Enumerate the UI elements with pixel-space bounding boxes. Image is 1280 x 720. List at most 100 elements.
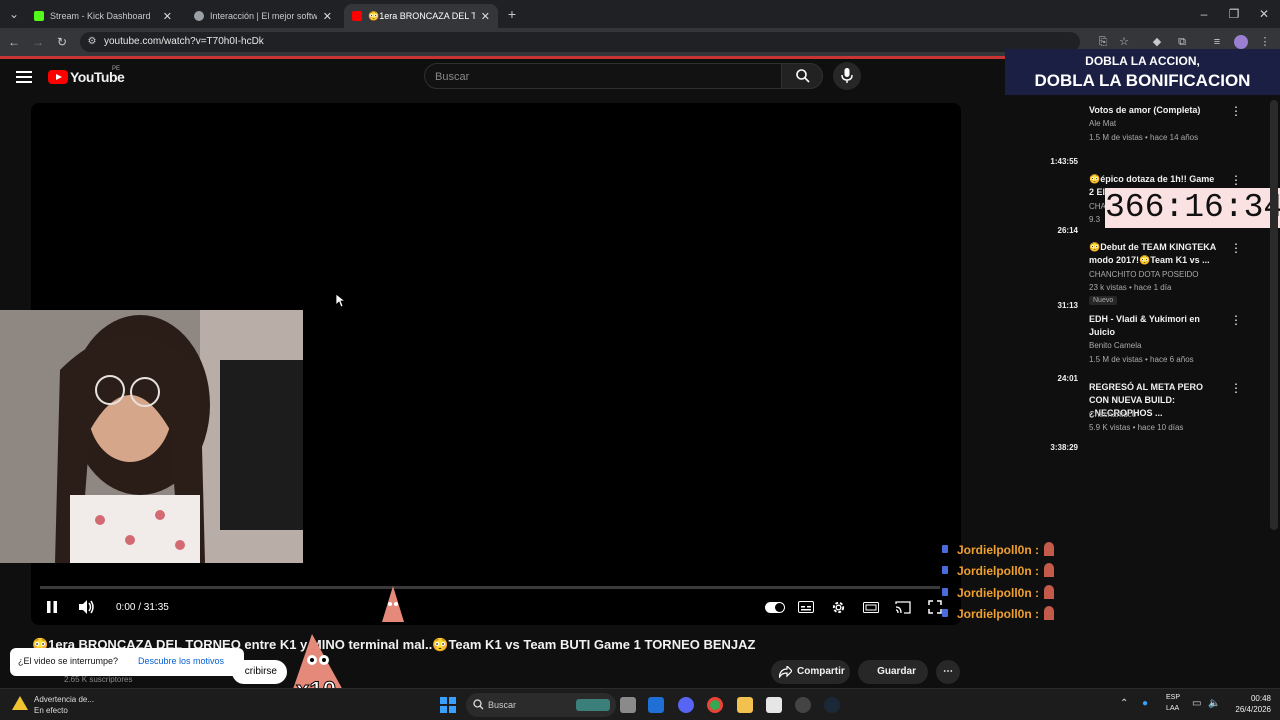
stream-overlay-banner: DOBLA LA ACCION, DOBLA LA BONIFICACION [1005, 49, 1280, 95]
more-vertical-icon[interactable]: ⋮ [1230, 173, 1242, 187]
video-thumbnail[interactable] [1048, 173, 1082, 225]
video-duration: 31:13 [1057, 301, 1078, 310]
chevron-up-icon[interactable]: ⌃ [1120, 698, 1128, 709]
taskbar-search-label: Buscar [488, 700, 517, 710]
close-icon[interactable]: ✕ [163, 10, 172, 23]
steam-icon[interactable] [824, 697, 840, 713]
chrome-icon[interactable] [707, 697, 723, 713]
tab-kick-dashboard[interactable]: Stream - Kick Dashboard ✕ [26, 4, 180, 28]
settings-gear-icon[interactable] [831, 600, 846, 615]
subtitles-icon[interactable] [798, 601, 814, 613]
extension-diamond-icon[interactable]: ◆ [1150, 35, 1164, 49]
minimize-icon[interactable]: – [1196, 6, 1212, 22]
recommendation-item[interactable]: 3:38:29 REGRESÓ AL META PERO CON NUEVA B… [1010, 381, 1260, 452]
close-icon[interactable]: ✕ [481, 10, 490, 23]
site-info-icon[interactable]: ⚙ [84, 34, 100, 50]
more-menu-icon[interactable]: ⋮ [1258, 35, 1272, 49]
hamburger-menu-icon[interactable] [16, 69, 32, 85]
install-app-icon[interactable]: ⎘ [1096, 35, 1110, 49]
extensions-puzzle-icon[interactable]: ⧉ [1175, 35, 1189, 49]
voice-search-button[interactable] [833, 62, 861, 90]
theater-mode-icon[interactable] [863, 602, 879, 613]
more-vertical-icon[interactable]: ⋮ [1230, 104, 1242, 118]
discord-icon[interactable] [678, 697, 694, 713]
progress-bar[interactable] [40, 586, 940, 589]
tab-search-dropdown-icon[interactable]: ⌄ [6, 6, 22, 22]
obs-icon[interactable] [795, 697, 811, 713]
streamer-webcam-image [0, 310, 303, 563]
recommendation-title[interactable]: 😳Debut de TEAM KINGTEKA modo 2017!😳Team … [1089, 241, 1219, 267]
clock-time[interactable]: 00:48 [1239, 694, 1271, 703]
pause-icon[interactable] [46, 601, 58, 613]
microsoft-store-icon[interactable] [766, 697, 782, 713]
search-highlight-icon [576, 699, 610, 711]
chat-message: Jordielpoll0n : [940, 583, 1080, 603]
profile-avatar[interactable] [1234, 35, 1248, 49]
tab-title: Stream - Kick Dashboard [50, 11, 151, 21]
channel-name[interactable]: Ale Mat [1089, 119, 1116, 128]
file-explorer-icon[interactable] [737, 697, 753, 713]
windows-start-icon[interactable] [440, 697, 456, 713]
microphone-icon[interactable]: ● [1142, 698, 1148, 709]
volume-icon[interactable] [79, 600, 95, 614]
keyboard-layout[interactable]: LAA [1166, 705, 1179, 712]
search-input[interactable]: Buscar [424, 63, 782, 89]
more-actions-button[interactable]: ⋯ [936, 660, 960, 684]
reload-icon[interactable]: ↻ [54, 34, 70, 50]
more-vertical-icon[interactable]: ⋮ [1230, 381, 1242, 395]
video-meta: 23 k vistas • hace 1 día [1089, 283, 1172, 292]
restore-icon[interactable]: ❐ [1226, 6, 1242, 22]
channel-name[interactable]: CHANCHITO DOTA POSEIDO [1089, 270, 1199, 279]
address-bar[interactable]: ⚙ youtube.com/watch?v=T70h0I-hcDk [80, 32, 1080, 52]
cast-icon[interactable] [895, 601, 911, 614]
network-icon[interactable]: ▭ [1192, 698, 1201, 709]
task-view-icon[interactable] [620, 697, 636, 713]
microphone-icon [841, 68, 853, 83]
clock-date[interactable]: 26/4/2026 [1223, 705, 1271, 714]
search-button[interactable] [781, 63, 823, 89]
recommendation-title[interactable]: EDH - Vladi & Yukimori en Juicio [1089, 313, 1219, 339]
recommendation-item[interactable]: 31:13 😳Debut de TEAM KINGTEKA modo 2017!… [1010, 241, 1260, 310]
url-text: youtube.com/watch?v=T70h0I-hcDk [104, 36, 264, 47]
share-label: Compartir [797, 666, 845, 677]
patrick-sticker-small-icon [382, 586, 404, 622]
video-thumbnail[interactable] [1048, 313, 1082, 365]
video-interrupted-popup: ¿El video se interrumpe? Descubre los mo… [10, 648, 244, 676]
autoplay-toggle[interactable] [765, 602, 785, 613]
bookmark-star-icon[interactable]: ☆ [1117, 35, 1131, 49]
learn-why-link[interactable]: Descubre los motivos [138, 656, 224, 666]
video-thumbnail[interactable] [1048, 381, 1082, 433]
more-vertical-icon[interactable]: ⋮ [1230, 313, 1242, 327]
close-icon[interactable]: ✕ [323, 10, 332, 23]
search-icon [796, 69, 810, 83]
recommendation-title[interactable]: Votos de amor (Completa) [1089, 104, 1219, 117]
page-scrollbar[interactable] [1270, 100, 1278, 530]
channel-name[interactable]: Chachantuco [1089, 410, 1136, 419]
window-close-icon[interactable]: ✕ [1256, 6, 1272, 22]
video-duration: 26:14 [1057, 226, 1078, 235]
back-icon[interactable]: ← [6, 34, 22, 50]
tab-youtube-video[interactable]: 😳1era BRONCAZA DEL TORNEO ✕ [344, 4, 498, 28]
new-tab-icon[interactable]: + [504, 6, 520, 22]
country-code: PE [112, 66, 121, 72]
outlook-icon[interactable] [648, 697, 664, 713]
more-vertical-icon[interactable]: ⋮ [1230, 241, 1242, 255]
channel-name[interactable]: Benito Camela [1089, 341, 1141, 350]
video-thumbnail[interactable] [1048, 104, 1082, 156]
tab-interaccion[interactable]: Interacción | El mejor software ✕ [186, 4, 340, 28]
recommendation-item[interactable]: 24:01 EDH - Vladi & Yukimori en Juicio B… [1010, 313, 1260, 383]
patrick-emote-icon [1044, 542, 1054, 556]
volume-icon[interactable]: 🔈 [1208, 698, 1220, 709]
share-button[interactable]: Compartir [771, 660, 850, 684]
recommendation-item[interactable]: 1:43:55 Votos de amor (Completa) Ale Mat… [1010, 104, 1260, 172]
channel-name[interactable]: CHA [1089, 202, 1106, 211]
reading-list-icon[interactable]: ≡ [1210, 35, 1224, 49]
language-indicator[interactable]: ESP [1166, 694, 1180, 701]
taskbar-search[interactable]: Buscar [466, 693, 616, 717]
save-label: Guardar [877, 666, 916, 677]
patrick-emote-icon [1044, 563, 1054, 577]
forward-icon[interactable]: → [30, 34, 46, 50]
save-button[interactable]: Guardar [858, 660, 928, 684]
video-thumbnail[interactable] [1048, 241, 1082, 293]
youtube-logo-icon[interactable] [48, 70, 68, 84]
